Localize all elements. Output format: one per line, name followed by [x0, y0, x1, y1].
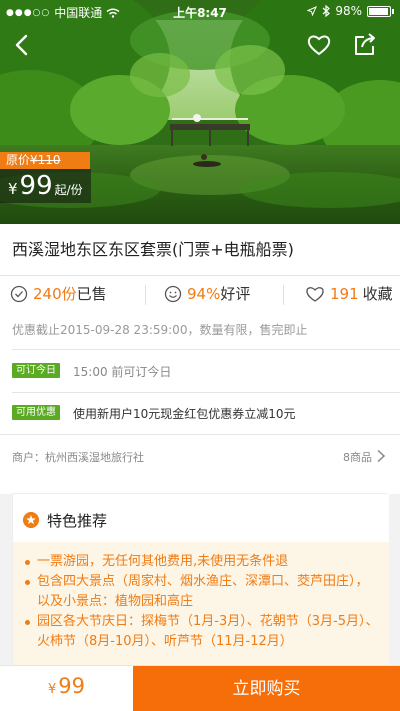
divider [12, 349, 400, 350]
discount-tag: 可用优惠 [12, 405, 60, 420]
battery-nub [392, 8, 394, 14]
feature-list: 一票游园，无任何其他费用,未使用无条件退 包含四大景点（周家村、烟水渔庄、深潭口… [13, 542, 389, 666]
feature-header: 特色推荐 [13, 494, 389, 542]
bottom-price-value: 99 [58, 674, 86, 698]
feature-item: 一票游园，无任何其他费用,未使用无条件退 [25, 552, 379, 572]
chevron-right-icon[interactable] [376, 449, 386, 463]
favorite-stat[interactable]: 191 收藏 [305, 283, 393, 304]
rating-percent: 94% [187, 284, 221, 303]
product-detail-page: ●●●○○ 中国联通 上午8:47 98% 原价¥110 ¥ 99 起/份 西溪… [0, 0, 400, 711]
stat-separator [283, 285, 284, 305]
smile-face-icon [164, 285, 182, 302]
book-today-text: 15:00 前可订今日 [73, 365, 172, 379]
buy-now-button[interactable]: 立即购买 [133, 666, 400, 711]
bluetooth-icon [322, 5, 331, 17]
feature-recommendation-card: 特色推荐 一票游园，无任何其他费用,未使用无条件退 包含四大景点（周家村、烟水渔… [12, 493, 389, 666]
hero-image: ●●●○○ 中国联通 上午8:47 98% 原价¥110 ¥ 99 起/份 [0, 0, 400, 224]
price-currency: ¥ [8, 180, 18, 198]
battery-percent: 98% [335, 4, 362, 18]
location-arrow-icon [307, 6, 318, 16]
divider [12, 392, 400, 393]
divider [0, 434, 400, 435]
feature-item: 包含四大景点（周家村、烟水渔庄、深潭口、茭芦田庄），以及小景点：植物园和高庄 [25, 572, 379, 612]
rating-label: 好评 [220, 285, 251, 303]
stat-separator [145, 285, 146, 305]
bottom-purchase-bar: ¥ 99 立即购买 [0, 665, 400, 711]
original-price-tag: 原价¥110 [0, 152, 90, 169]
status-bar: ●●●○○ 中国联通 上午8:47 98% [0, 0, 400, 22]
favorite-heart-icon[interactable] [306, 33, 332, 57]
back-button[interactable] [10, 32, 36, 58]
rating-stat: 94% 好评 [164, 283, 250, 304]
divider [0, 275, 400, 276]
product-title: 西溪湿地东区东区套票(门票+电瓶船票) [12, 240, 294, 259]
feature-title: 特色推荐 [47, 512, 108, 530]
bottom-price: ¥ 99 [48, 674, 85, 698]
merchant-name[interactable]: 商户：杭州西溪湿地旅行社 [12, 449, 144, 465]
original-price-label: 原价 [6, 153, 31, 167]
sold-count: 240份 [33, 285, 77, 303]
favorite-label: 收藏 [362, 285, 393, 303]
discount-text: 使用新用户10元现金红包优惠券立减10元 [73, 407, 296, 421]
price-value: 99 [19, 171, 53, 201]
sold-stat: 240份 已售 [10, 283, 107, 304]
battery-icon [367, 5, 391, 17]
favorite-count: 191 [330, 284, 359, 303]
feature-item: 园区各大节庆日：探梅节（1月-3月）、花朝节（3月-5月）、火柿节（8月-10月… [25, 612, 379, 652]
price-unit: 起/份 [54, 183, 83, 197]
star-badge-icon [23, 512, 39, 528]
share-icon[interactable] [352, 32, 378, 58]
stats-row: 240份 已售 94% 好评 191 收藏 [0, 277, 400, 311]
sold-label: 已售 [76, 285, 107, 303]
original-price-currency: ¥ [30, 153, 38, 167]
merchant-product-count[interactable]: 8商品 [343, 449, 372, 465]
bottom-price-currency: ¥ [48, 682, 57, 697]
heart-outline-icon [306, 286, 324, 302]
deal-deadline: 优惠截止2015-09-28 23:59:00，数量有限，售完即止 [12, 323, 308, 337]
check-circle-icon [10, 285, 28, 302]
current-price-box: ¥ 99 起/份 [0, 169, 91, 203]
book-today-tag: 可订今日 [12, 363, 60, 378]
original-price-value: 110 [37, 153, 61, 167]
